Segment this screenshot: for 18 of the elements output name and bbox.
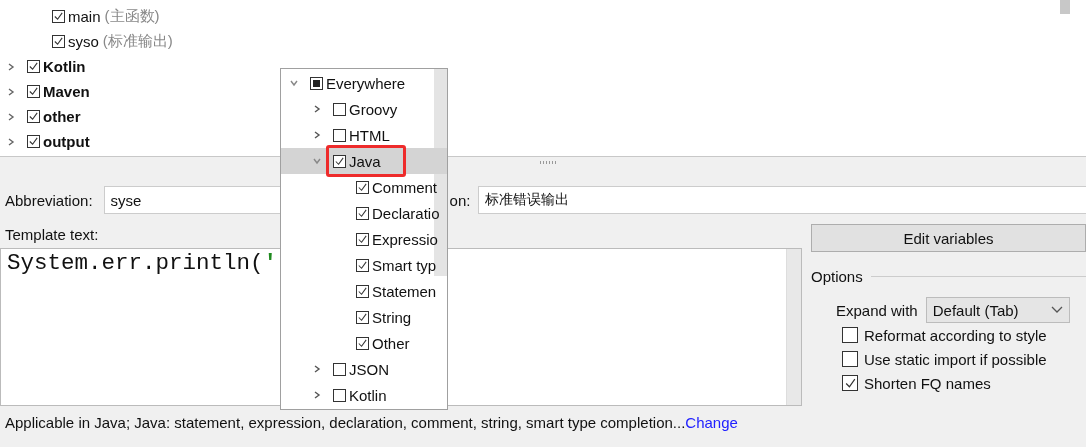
template-name: syso bbox=[68, 33, 99, 50]
template-name: output bbox=[43, 133, 90, 150]
checkbox-label: Shorten FQ names bbox=[864, 374, 991, 392]
code-line: System.err.println(' bbox=[7, 250, 278, 276]
template-description: (标准输出) bbox=[102, 32, 173, 51]
field-label: Abbreviation: bbox=[5, 191, 93, 209]
template-name: Kotlin bbox=[43, 58, 86, 75]
checkbox-label: Use static import if possible bbox=[864, 350, 1047, 368]
field-label: on: bbox=[449, 191, 471, 209]
context-summary: Applicable in Java; Java: statement, expression, declaration, comment, string, smart type completion... bbox=[5, 414, 686, 431]
field-label: Expand with bbox=[836, 301, 918, 319]
template-name: Maven bbox=[43, 83, 90, 100]
template-description: (主函数) bbox=[104, 7, 160, 26]
template-name: main bbox=[68, 8, 101, 25]
group-title: Options bbox=[811, 268, 863, 285]
field-label: Template text: bbox=[5, 226, 99, 243]
checkbox-label: Reformat according to style bbox=[864, 326, 1047, 344]
template-name: other bbox=[43, 108, 81, 125]
